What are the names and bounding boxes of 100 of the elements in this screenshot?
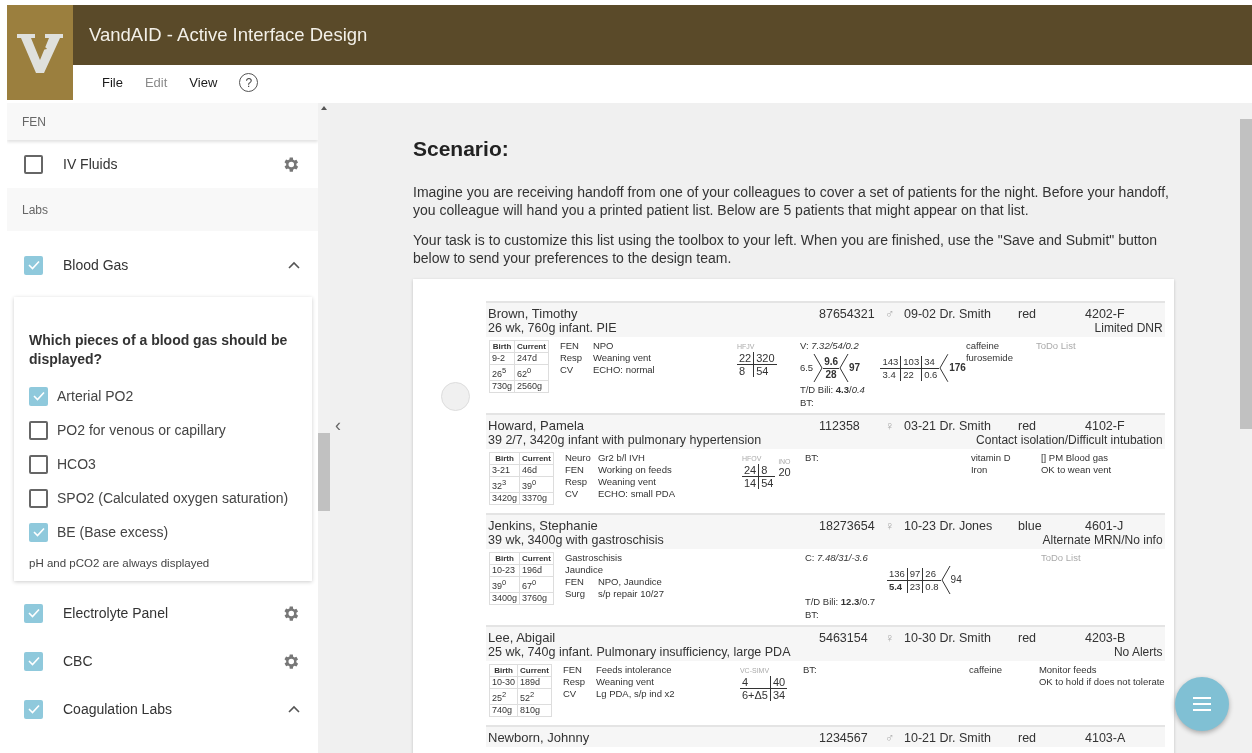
patient-summary: 25 wk, 740g infant. Pulmonary insufficiency, large PDA bbox=[488, 645, 791, 659]
bmp-value: 5.4 bbox=[886, 580, 908, 593]
option-label[interactable]: PO2 for venous or capillary bbox=[57, 421, 226, 439]
menu-button[interactable] bbox=[1175, 677, 1229, 731]
problem-system: FEN bbox=[562, 664, 583, 676]
checkbox[interactable] bbox=[29, 522, 48, 542]
chevron-up-icon[interactable] bbox=[288, 261, 300, 269]
problem-system: Neuro bbox=[564, 452, 592, 464]
mrn: 18273654 bbox=[819, 519, 876, 533]
checkbox[interactable] bbox=[29, 420, 48, 440]
checkbox[interactable] bbox=[24, 603, 43, 623]
check-icon bbox=[27, 704, 40, 714]
sidebar-item-label[interactable]: Coagulation Labs bbox=[63, 701, 268, 717]
table-cell: 740g bbox=[489, 704, 518, 717]
table-header: Current bbox=[519, 552, 554, 565]
patient-name: Lee, Abigail bbox=[488, 630, 557, 645]
table-cell: 2560g bbox=[514, 380, 549, 393]
problem-text: ECHO: small PDA bbox=[597, 488, 676, 500]
problem-system: FEN bbox=[559, 340, 580, 352]
mrn: 87654321 bbox=[819, 307, 876, 321]
todo-item: OK to hold if does not tolerate bbox=[1038, 676, 1165, 688]
radio-button[interactable] bbox=[441, 382, 470, 411]
menu-item[interactable]: View bbox=[189, 75, 218, 90]
bmp-value: 34 bbox=[922, 355, 940, 369]
checkbox[interactable] bbox=[29, 454, 48, 474]
problem-text: NPO, Jaundice bbox=[597, 576, 663, 588]
glucose-value: 94 bbox=[950, 574, 962, 586]
vent-value: 54 bbox=[760, 477, 775, 489]
room: 4102-F bbox=[1085, 419, 1125, 433]
table-cell: 25$^{2}$ bbox=[489, 688, 518, 705]
table-cell: 10-30 bbox=[489, 676, 518, 689]
vent-value: 40 bbox=[770, 676, 788, 689]
team: red bbox=[1018, 307, 1038, 321]
option-label[interactable]: HCO3 bbox=[57, 455, 96, 473]
checkbox[interactable] bbox=[29, 386, 48, 406]
bmp-value: 136 bbox=[886, 567, 908, 581]
team: red bbox=[1018, 731, 1038, 745]
blood-type-label: BT: bbox=[804, 609, 820, 621]
menu-item[interactable]: File bbox=[102, 75, 123, 90]
checkbox[interactable] bbox=[29, 488, 48, 508]
table-cell: 39$^{0}$ bbox=[489, 576, 520, 593]
chevron-up-icon[interactable] bbox=[288, 705, 300, 713]
sidebar-item-label[interactable]: Blood Gas bbox=[63, 257, 268, 273]
sidebar-item-label[interactable]: IV Fluids bbox=[63, 156, 261, 172]
problem-system: FEN bbox=[564, 464, 585, 476]
room: 4601-J bbox=[1085, 519, 1124, 533]
vent-value: 8 bbox=[736, 365, 755, 377]
problem-system: Resp bbox=[559, 352, 584, 364]
vent-value: 22 bbox=[736, 352, 755, 365]
problem-text: Weaning vent bbox=[595, 676, 655, 688]
sidebar-item-label[interactable]: CBC bbox=[63, 653, 261, 669]
bmp-value: 143 bbox=[880, 355, 902, 369]
fishbone-line bbox=[813, 353, 824, 383]
sidebar-item-label[interactable]: Electrolyte Panel bbox=[63, 605, 261, 621]
glucose-value: 176 bbox=[949, 362, 966, 374]
table-cell: 3370g bbox=[519, 492, 554, 505]
medication: vitamin D bbox=[970, 452, 1012, 464]
admit-doctor: 03-21 Dr. Smith bbox=[904, 419, 992, 433]
checkbox[interactable] bbox=[24, 699, 43, 719]
patient-name: Jenkins, Stephanie bbox=[488, 518, 599, 533]
team: red bbox=[1018, 631, 1038, 645]
blood-gas-result: C: 7.48/31/-3.6 bbox=[804, 552, 869, 564]
team: blue bbox=[1018, 519, 1043, 533]
option-label[interactable]: SPO2 (Calculated oxygen saturation) bbox=[57, 489, 289, 507]
scrollbar-thumb[interactable] bbox=[318, 433, 330, 511]
blood-type-label: BT: bbox=[802, 664, 818, 676]
logo-icon bbox=[17, 31, 63, 74]
alert-text: Limited DNR bbox=[1094, 321, 1163, 335]
checkbox[interactable] bbox=[24, 154, 43, 174]
bilirubin-result: T/D Bili: 4.3/0.4 bbox=[799, 384, 866, 396]
bmp-value: 0.6 bbox=[923, 368, 939, 381]
table-cell: 67$^{0}$ bbox=[519, 576, 554, 593]
table-header: Birth bbox=[489, 552, 520, 565]
alert-text: Contact isolation/Difficult intubation bbox=[976, 433, 1163, 447]
panel-question: Which pieces of a blood gas should be displayed? bbox=[29, 331, 289, 369]
scenario-text: Imagine you are receiving handoff from one of your colleagues to cover a set of patients for the night. Before your handoff, you colleague will hand you a printed patient list. Below are 5 patients that might appear on that list. bbox=[413, 183, 1170, 219]
table-cell: 26$^{5}$ bbox=[489, 364, 515, 381]
fishbone-line bbox=[940, 565, 951, 595]
scrollbar-thumb[interactable] bbox=[1240, 119, 1252, 429]
mrn: 5463154 bbox=[819, 631, 869, 645]
collapse-toggle[interactable]: ‹ bbox=[335, 415, 341, 436]
problem-text: Gastroschisis bbox=[564, 552, 623, 564]
blood-gas-result: V: 7.32/54/0.2 bbox=[799, 340, 860, 352]
option-label[interactable]: BE (Base excess) bbox=[57, 523, 169, 541]
bmp-value: 23 bbox=[907, 580, 924, 593]
checkbox[interactable] bbox=[24, 651, 43, 671]
app-title: VandAID - Active Interface Design bbox=[89, 24, 368, 46]
mrn: 1234567 bbox=[819, 731, 869, 745]
table-cell: 189d bbox=[517, 676, 552, 689]
scrollbar[interactable] bbox=[318, 103, 330, 753]
option-label[interactable]: Arterial PO2 bbox=[57, 387, 134, 405]
check-icon bbox=[27, 608, 40, 618]
checkbox[interactable] bbox=[24, 255, 43, 275]
room: 4103-A bbox=[1085, 731, 1126, 745]
medication: furosemide bbox=[965, 352, 1014, 363]
mrn: 112358 bbox=[819, 419, 861, 433]
problem-system: FEN bbox=[564, 576, 585, 588]
table-cell: 3400g bbox=[489, 592, 520, 605]
cbc-value: 9.6 bbox=[823, 355, 840, 369]
table-cell: 46d bbox=[519, 464, 554, 477]
